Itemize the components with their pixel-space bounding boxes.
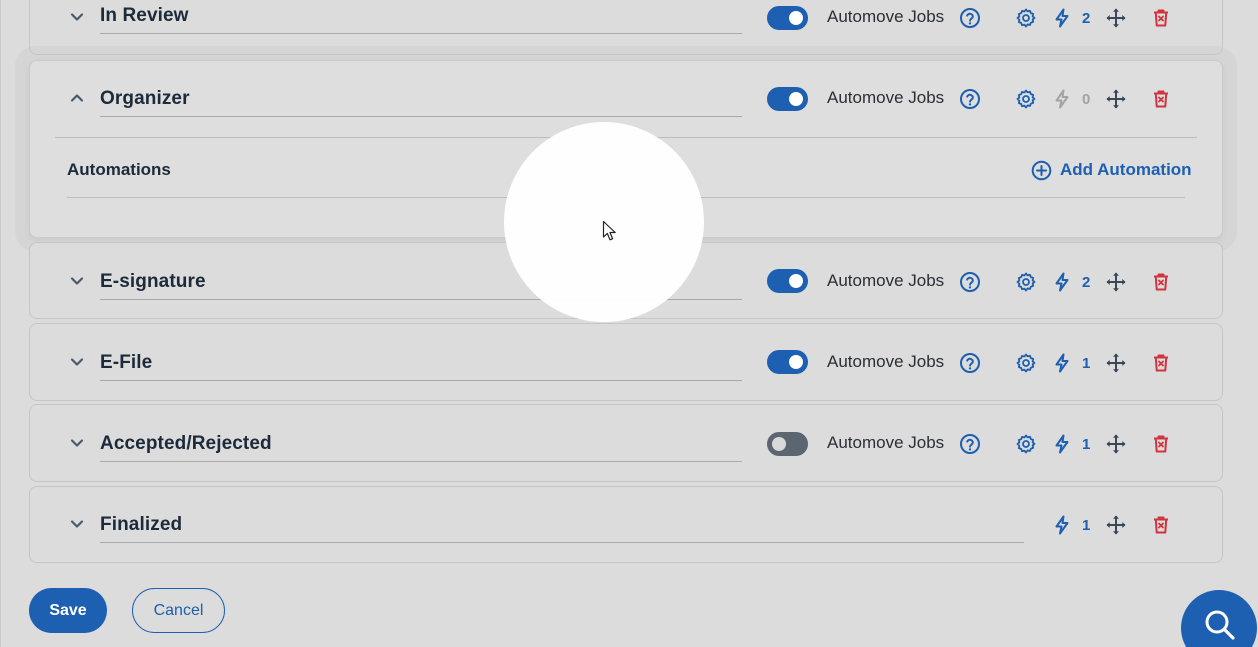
automove-toggle[interactable] <box>767 269 808 293</box>
automove-label: Automove Jobs <box>827 352 945 371</box>
chevron-down-icon[interactable] <box>68 515 86 533</box>
trash-icon[interactable] <box>1150 88 1172 110</box>
stage-name-field[interactable]: Finalized <box>100 514 1024 543</box>
gear-icon[interactable] <box>1015 433 1037 455</box>
toggle-knob <box>789 355 803 369</box>
move-arrows-icon[interactable] <box>1105 514 1127 536</box>
stage-name-field[interactable]: Accepted/Rejected <box>100 433 742 462</box>
lightning-bolt-icon[interactable] <box>1051 88 1073 110</box>
chevron-down-icon[interactable] <box>68 434 86 452</box>
automove-toggle[interactable] <box>767 87 808 111</box>
toggle-knob <box>789 11 803 25</box>
add-automation-label: Add Automation <box>1060 160 1192 179</box>
automation-count: 2 <box>1082 10 1091 27</box>
chevron-down-icon[interactable] <box>68 353 86 371</box>
stage-name-field[interactable]: E-File <box>100 352 742 381</box>
gear-icon[interactable] <box>1015 88 1037 110</box>
gear-icon[interactable] <box>1015 7 1037 29</box>
automove-label: Automove Jobs <box>827 88 945 107</box>
stage-card-in-review: In Review Automove Jobs 2 <box>29 0 1223 55</box>
question-circle-icon[interactable] <box>959 7 981 29</box>
floating-search-button[interactable] <box>1181 590 1257 647</box>
question-circle-icon[interactable] <box>959 88 981 110</box>
move-arrows-icon[interactable] <box>1105 352 1127 374</box>
automove-label: Automove Jobs <box>827 271 945 290</box>
cancel-button[interactable]: Cancel <box>132 588 225 633</box>
trash-icon[interactable] <box>1150 7 1172 29</box>
question-circle-icon[interactable] <box>959 433 981 455</box>
stage-card-e-file: E-File Automove Jobs 1 <box>29 323 1223 401</box>
stage-name-field[interactable]: Organizer <box>100 88 742 117</box>
lightning-bolt-icon[interactable] <box>1051 271 1073 293</box>
question-circle-icon[interactable] <box>959 352 981 374</box>
automation-count: 2 <box>1082 274 1091 291</box>
trash-icon[interactable] <box>1150 352 1172 374</box>
stage-card-accepted-rejected: Accepted/Rejected Automove Jobs 1 <box>29 404 1223 482</box>
lightning-bolt-icon[interactable] <box>1051 352 1073 374</box>
move-arrows-icon[interactable] <box>1105 88 1127 110</box>
move-arrows-icon[interactable] <box>1105 271 1127 293</box>
chevron-down-icon[interactable] <box>68 272 86 290</box>
search-icon <box>1205 610 1235 640</box>
add-automation-button[interactable]: Add Automation <box>1031 158 1192 182</box>
save-button[interactable]: Save <box>29 588 107 633</box>
automove-toggle[interactable] <box>767 6 808 30</box>
mouse-pointer-icon <box>602 220 616 241</box>
automove-label: Automove Jobs <box>827 7 945 26</box>
stage-card-finalized: Finalized 1 <box>29 486 1223 563</box>
chevron-up-icon[interactable] <box>68 89 86 107</box>
automation-count: 1 <box>1082 436 1091 453</box>
trash-icon[interactable] <box>1150 271 1172 293</box>
lightning-bolt-icon[interactable] <box>1051 433 1073 455</box>
move-arrows-icon[interactable] <box>1105 433 1127 455</box>
automove-label: Automove Jobs <box>827 433 945 452</box>
automation-count: 0 <box>1082 91 1091 108</box>
trash-icon[interactable] <box>1150 514 1172 536</box>
gear-icon[interactable] <box>1015 352 1037 374</box>
chevron-down-icon[interactable] <box>68 8 86 26</box>
automation-count: 1 <box>1082 517 1091 534</box>
automation-count: 1 <box>1082 355 1091 372</box>
question-circle-icon[interactable] <box>959 271 981 293</box>
automove-toggle[interactable] <box>767 432 808 456</box>
gear-icon[interactable] <box>1015 271 1037 293</box>
toggle-knob <box>789 274 803 288</box>
trash-icon[interactable] <box>1150 433 1172 455</box>
automove-toggle[interactable] <box>767 350 808 374</box>
stage-name-field[interactable]: In Review <box>100 5 742 34</box>
left-edge-divider <box>0 0 1 647</box>
lightning-bolt-icon[interactable] <box>1051 7 1073 29</box>
toggle-knob <box>772 437 786 451</box>
automations-title: Automations <box>67 160 171 179</box>
plus-circle-icon <box>1031 160 1052 180</box>
lightning-bolt-icon[interactable] <box>1051 514 1073 536</box>
move-arrows-icon[interactable] <box>1105 7 1127 29</box>
toggle-knob <box>789 92 803 106</box>
